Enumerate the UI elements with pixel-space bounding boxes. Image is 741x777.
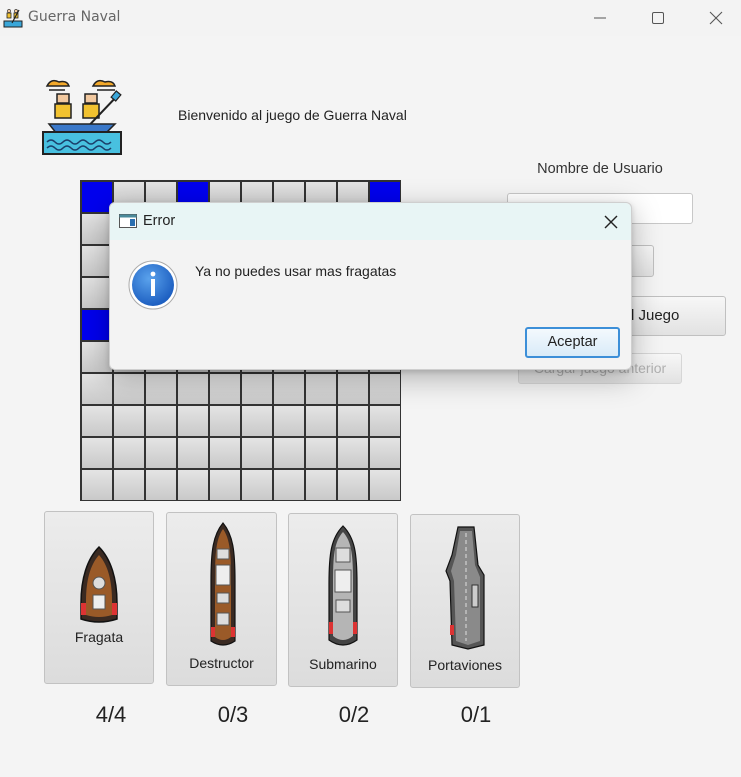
board-cell[interactable] [305,437,337,469]
board-cell[interactable] [337,373,369,405]
dialog-title: Error [143,213,176,229]
board-cell[interactable] [113,405,145,437]
board-cell[interactable] [273,373,305,405]
board-cell[interactable] [81,405,113,437]
close-window-button[interactable] [687,0,741,36]
destroyer-icon [210,522,236,646]
submarine-button[interactable]: Submarino [288,513,398,687]
board-cell[interactable] [337,405,369,437]
board-cell[interactable] [145,373,177,405]
aircraft-carrier-count: 0/1 [460,702,492,727]
frigate-icon [80,545,118,623]
board-cell[interactable] [369,373,401,405]
board-cell[interactable] [177,405,209,437]
board-cell[interactable] [305,469,337,501]
board-cell[interactable] [209,373,241,405]
board-cell[interactable] [337,437,369,469]
destroyer-count: 0/3 [217,702,249,727]
board-cell[interactable] [81,437,113,469]
board-cell[interactable] [145,469,177,501]
window-title: Guerra Naval [28,9,121,25]
board-cell[interactable] [209,469,241,501]
submarine-icon [328,525,358,646]
minimize-icon [594,17,606,19]
board-cell[interactable] [177,373,209,405]
board-cell[interactable] [337,469,369,501]
error-dialog: Error Ya no puedes usar mas fragatas Ace… [109,202,632,370]
window-icon [119,214,137,228]
board-cell[interactable] [273,469,305,501]
submarine-count: 0/2 [338,702,370,727]
destroyer-button[interactable]: Destructor [166,512,277,686]
board-cell[interactable] [113,437,145,469]
board-cell[interactable] [273,405,305,437]
logo-rowers-icon [42,79,122,155]
maximize-icon [652,12,664,24]
board-cell[interactable] [145,405,177,437]
board-cell[interactable] [369,437,401,469]
board-cell[interactable] [113,469,145,501]
board-cell[interactable] [241,437,273,469]
frigate-count: 4/4 [95,702,127,727]
board-cell[interactable] [177,469,209,501]
board-cell[interactable] [81,469,113,501]
board-cell[interactable] [369,405,401,437]
board-cell[interactable] [241,469,273,501]
board-cell[interactable] [81,373,113,405]
dialog-close-button[interactable] [596,209,626,235]
window-titlebar: Guerra Naval [0,0,741,36]
maximize-button[interactable] [629,0,687,36]
board-cell[interactable] [177,437,209,469]
aircraft-carrier-icon [445,526,485,650]
submarine-label: Submarino [309,656,377,672]
boat-rowers-icon [3,9,23,28]
aircraft-carrier-button[interactable]: Portaviones [410,514,520,688]
accept-button[interactable]: Aceptar [525,327,620,358]
info-icon [128,260,178,310]
frigate-button[interactable]: Fragata [44,511,154,684]
close-icon [709,11,723,25]
board-cell[interactable] [273,437,305,469]
destroyer-label: Destructor [189,655,254,671]
board-cell[interactable] [241,405,273,437]
board-cell[interactable] [113,373,145,405]
dialog-titlebar: Error [110,203,631,240]
new-game-label: l Juego [631,307,680,324]
board-cell[interactable] [369,469,401,501]
welcome-text: Bienvenido al juego de Guerra Naval [178,107,407,123]
dialog-message: Ya no puedes usar mas fragatas [195,263,397,279]
board-cell[interactable] [209,405,241,437]
close-icon [604,215,618,229]
frigate-label: Fragata [74,629,124,645]
board-cell[interactable] [305,405,337,437]
board-cell[interactable] [241,373,273,405]
board-cell[interactable] [209,437,241,469]
username-label: Nombre de Usuario [537,161,663,177]
aircraft-carrier-label: Portaviones [428,657,502,673]
board-cell[interactable] [145,437,177,469]
board-cell[interactable] [305,373,337,405]
minimize-button[interactable] [571,0,629,36]
